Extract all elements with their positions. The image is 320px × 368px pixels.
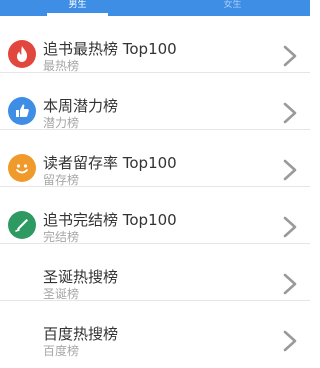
gender-tab-bar: 男生 女生 [0,0,310,16]
ranking-item-finished[interactable]: 追书完结榜 Top100 完结榜 [0,187,310,244]
ranking-title: 本周潜力榜 [43,97,119,115]
ranking-title: 圣诞热搜榜 [43,268,119,286]
ranking-item-baidu[interactable]: 百度热搜榜 百度榜 [0,301,310,358]
tab-female[interactable]: 女生 [155,0,310,14]
ranking-subtitle: 潜力榜 [43,116,80,130]
flame-icon [8,40,36,68]
ranking-title: 百度热搜榜 [43,325,119,343]
ranking-list: 追书最热榜 Top100 最热榜 本周潜力榜 潜力榜 读者留存率 Top100 [0,16,310,358]
ranking-subtitle: 圣诞榜 [43,287,80,301]
ranking-subtitle: 完结榜 [43,230,80,244]
ranking-item-potential[interactable]: 本周潜力榜 潜力榜 [0,73,310,130]
ranking-title: 追书完结榜 Top100 [43,211,177,229]
smiley-face-icon [8,154,36,182]
ranking-title: 追书最热榜 Top100 [43,40,177,58]
thumbs-up-icon [8,97,36,125]
ranking-title: 读者留存率 Top100 [43,154,177,172]
ranking-item-hot[interactable]: 追书最热榜 Top100 最热榜 [0,16,310,73]
chevron-right-icon [283,330,297,352]
ranking-subtitle: 最热榜 [43,59,80,73]
chevron-right-icon [283,216,297,238]
ranking-item-retention[interactable]: 读者留存率 Top100 留存榜 [0,130,310,187]
chevron-right-icon [283,45,297,67]
tab-male[interactable]: 男生 [0,0,155,14]
pen-nib-icon [8,211,36,239]
chevron-right-icon [283,273,297,295]
chevron-right-icon [283,102,297,124]
chevron-right-icon [283,159,297,181]
ranking-subtitle: 百度榜 [43,344,80,358]
ranking-subtitle: 留存榜 [43,173,80,187]
ranking-item-christmas[interactable]: 圣诞热搜榜 圣诞榜 [0,244,310,301]
